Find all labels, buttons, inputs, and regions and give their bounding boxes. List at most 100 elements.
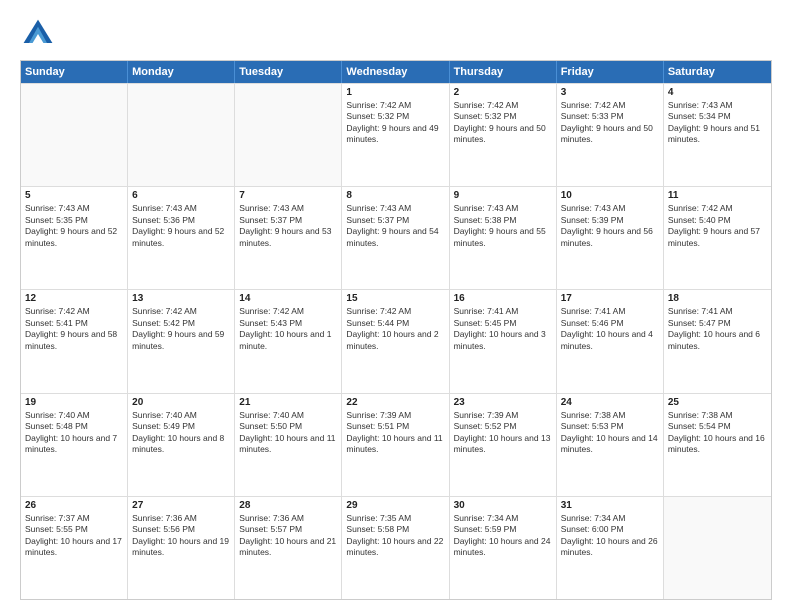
- calendar-cell: 15 Sunrise: 7:42 AMSunset: 5:44 PMDayligh…: [342, 290, 449, 392]
- calendar-cell: 23 Sunrise: 7:39 AMSunset: 5:52 PMDayligh…: [450, 394, 557, 496]
- calendar-cell: 10Sunrise: 7:43 AMSunset: 5:39 PMDayligh…: [557, 187, 664, 289]
- day-number: 29: [346, 500, 444, 511]
- day-number: 23: [454, 397, 552, 408]
- day-number: 16: [454, 293, 552, 304]
- day-number: 21: [239, 397, 337, 408]
- cell-info: Sunrise: 7:43 AMSunset: 5:35 PMDaylight:…: [25, 203, 123, 249]
- calendar-cell: 30Sunrise: 7:34 AMSunset: 5:59 PMDayligh…: [450, 497, 557, 599]
- calendar-cell: 25 Sunrise: 7:38 AMSunset: 5:54 PMDayligh…: [664, 394, 771, 496]
- calendar-cell: [664, 497, 771, 599]
- cell-info: Sunrise: 7:40 AMSunset: 5:48 PMDaylight:…: [25, 410, 123, 456]
- day-number: 24: [561, 397, 659, 408]
- cell-info: Sunrise: 7:37 AMSunset: 5:55 PMDaylight:…: [25, 513, 123, 559]
- cell-info: Sunrise: 7:40 AMSunset: 5:50 PMDaylight:…: [239, 410, 337, 456]
- cell-info: Sunrise: 7:43 AMSunset: 5:36 PMDaylight:…: [132, 203, 230, 249]
- day-number: 9: [454, 190, 552, 201]
- calendar-cell: 27 Sunrise: 7:36 AMSunset: 5:56 PMDayligh…: [128, 497, 235, 599]
- day-number: 17: [561, 293, 659, 304]
- day-number: 11: [668, 190, 767, 201]
- cell-info: Sunrise: 7:35 AMSunset: 5:58 PMDaylight:…: [346, 513, 444, 559]
- day-number: 19: [25, 397, 123, 408]
- day-number: 22: [346, 397, 444, 408]
- header-day-wednesday: Wednesday: [342, 61, 449, 83]
- calendar-row-2: 12Sunrise: 7:42 AMSunset: 5:41 PMDayligh…: [21, 289, 771, 392]
- cell-info: Sunrise: 7:40 AMSunset: 5:49 PMDaylight:…: [132, 410, 230, 456]
- day-number: 27: [132, 500, 230, 511]
- day-number: 26: [25, 500, 123, 511]
- calendar-cell: 26 Sunrise: 7:37 AMSunset: 5:55 PMDayligh…: [21, 497, 128, 599]
- calendar-cell: 16 Sunrise: 7:41 AMSunset: 5:45 PMDayligh…: [450, 290, 557, 392]
- day-number: 13: [132, 293, 230, 304]
- day-number: 28: [239, 500, 337, 511]
- calendar-cell: 18 Sunrise: 7:41 AMSunset: 5:47 PMDayligh…: [664, 290, 771, 392]
- day-number: 7: [239, 190, 337, 201]
- header-day-sunday: Sunday: [21, 61, 128, 83]
- day-number: 18: [668, 293, 767, 304]
- calendar-cell: 14 Sunrise: 7:42 AMSunset: 5:43 PMDayligh…: [235, 290, 342, 392]
- cell-info: Sunrise: 7:42 AMSunset: 5:32 PMDaylight:…: [346, 100, 444, 146]
- logo: [20, 16, 62, 52]
- calendar-cell: 21 Sunrise: 7:40 AMSunset: 5:50 PMDayligh…: [235, 394, 342, 496]
- cell-info: Sunrise: 7:34 AMSunset: 6:00 PMDaylight:…: [561, 513, 659, 559]
- calendar-cell: 13 Sunrise: 7:42 AMSunset: 5:42 PMDayligh…: [128, 290, 235, 392]
- cell-info: Sunrise: 7:42 AMSunset: 5:32 PMDaylight:…: [454, 100, 552, 146]
- calendar-cell: 20 Sunrise: 7:40 AMSunset: 5:49 PMDayligh…: [128, 394, 235, 496]
- cell-info: Sunrise: 7:41 AMSunset: 5:46 PMDaylight:…: [561, 306, 659, 352]
- cell-info: Sunrise: 7:36 AMSunset: 5:56 PMDaylight:…: [132, 513, 230, 559]
- cell-info: Sunrise: 7:42 AMSunset: 5:44 PMDaylight:…: [346, 306, 444, 352]
- cell-info: Sunrise: 7:42 AMSunset: 5:33 PMDaylight:…: [561, 100, 659, 146]
- calendar-cell: [21, 84, 128, 186]
- calendar-cell: 5 Sunrise: 7:43 AMSunset: 5:35 PMDaylight…: [21, 187, 128, 289]
- logo-icon: [20, 16, 56, 52]
- cell-info: Sunrise: 7:41 AMSunset: 5:47 PMDaylight:…: [668, 306, 767, 352]
- cell-info: Sunrise: 7:43 AMSunset: 5:38 PMDaylight:…: [454, 203, 552, 249]
- day-number: 31: [561, 500, 659, 511]
- calendar-row-1: 5 Sunrise: 7:43 AMSunset: 5:35 PMDaylight…: [21, 186, 771, 289]
- cell-info: Sunrise: 7:38 AMSunset: 5:53 PMDaylight:…: [561, 410, 659, 456]
- cell-info: Sunrise: 7:42 AMSunset: 5:43 PMDaylight:…: [239, 306, 337, 352]
- cell-info: Sunrise: 7:38 AMSunset: 5:54 PMDaylight:…: [668, 410, 767, 456]
- day-number: 14: [239, 293, 337, 304]
- cell-info: Sunrise: 7:42 AMSunset: 5:42 PMDaylight:…: [132, 306, 230, 352]
- calendar-cell: 22 Sunrise: 7:39 AMSunset: 5:51 PMDayligh…: [342, 394, 449, 496]
- day-number: 6: [132, 190, 230, 201]
- header-day-tuesday: Tuesday: [235, 61, 342, 83]
- calendar-cell: 31 Sunrise: 7:34 AMSunset: 6:00 PMDayligh…: [557, 497, 664, 599]
- calendar-cell: 12Sunrise: 7:42 AMSunset: 5:41 PMDayligh…: [21, 290, 128, 392]
- cell-info: Sunrise: 7:42 AMSunset: 5:40 PMDaylight:…: [668, 203, 767, 249]
- calendar-cell: 24 Sunrise: 7:38 AMSunset: 5:53 PMDayligh…: [557, 394, 664, 496]
- header-day-monday: Monday: [128, 61, 235, 83]
- day-number: 15: [346, 293, 444, 304]
- cell-info: Sunrise: 7:43 AMSunset: 5:34 PMDaylight:…: [668, 100, 767, 146]
- header: [20, 16, 772, 52]
- day-number: 25: [668, 397, 767, 408]
- calendar-row-3: 19 Sunrise: 7:40 AMSunset: 5:48 PMDayligh…: [21, 393, 771, 496]
- calendar-cell: 7Sunrise: 7:43 AMSunset: 5:37 PMDaylight…: [235, 187, 342, 289]
- calendar-cell: [235, 84, 342, 186]
- calendar-cell: [128, 84, 235, 186]
- calendar-cell: 19 Sunrise: 7:40 AMSunset: 5:48 PMDayligh…: [21, 394, 128, 496]
- day-number: 1: [346, 87, 444, 98]
- calendar-cell: 28Sunrise: 7:36 AMSunset: 5:57 PMDayligh…: [235, 497, 342, 599]
- header-day-friday: Friday: [557, 61, 664, 83]
- calendar-row-0: 1 Sunrise: 7:42 AMSunset: 5:32 PMDaylight…: [21, 83, 771, 186]
- calendar-cell: 11 Sunrise: 7:42 AMSunset: 5:40 PMDayligh…: [664, 187, 771, 289]
- cell-info: Sunrise: 7:41 AMSunset: 5:45 PMDaylight:…: [454, 306, 552, 352]
- calendar: SundayMondayTuesdayWednesdayThursdayFrid…: [20, 60, 772, 600]
- calendar-body: 1 Sunrise: 7:42 AMSunset: 5:32 PMDaylight…: [21, 83, 771, 599]
- calendar-cell: 17 Sunrise: 7:41 AMSunset: 5:46 PMDayligh…: [557, 290, 664, 392]
- day-number: 4: [668, 87, 767, 98]
- header-day-thursday: Thursday: [450, 61, 557, 83]
- day-number: 20: [132, 397, 230, 408]
- calendar-cell: 2 Sunrise: 7:42 AMSunset: 5:32 PMDaylight…: [450, 84, 557, 186]
- cell-info: Sunrise: 7:39 AMSunset: 5:52 PMDaylight:…: [454, 410, 552, 456]
- cell-info: Sunrise: 7:39 AMSunset: 5:51 PMDaylight:…: [346, 410, 444, 456]
- calendar-cell: 6 Sunrise: 7:43 AMSunset: 5:36 PMDaylight…: [128, 187, 235, 289]
- calendar-row-4: 26 Sunrise: 7:37 AMSunset: 5:55 PMDayligh…: [21, 496, 771, 599]
- day-number: 2: [454, 87, 552, 98]
- calendar-cell: 9 Sunrise: 7:43 AMSunset: 5:38 PMDaylight…: [450, 187, 557, 289]
- page: SundayMondayTuesdayWednesdayThursdayFrid…: [0, 0, 792, 612]
- day-number: 8: [346, 190, 444, 201]
- calendar-cell: 8Sunrise: 7:43 AMSunset: 5:37 PMDaylight…: [342, 187, 449, 289]
- day-number: 5: [25, 190, 123, 201]
